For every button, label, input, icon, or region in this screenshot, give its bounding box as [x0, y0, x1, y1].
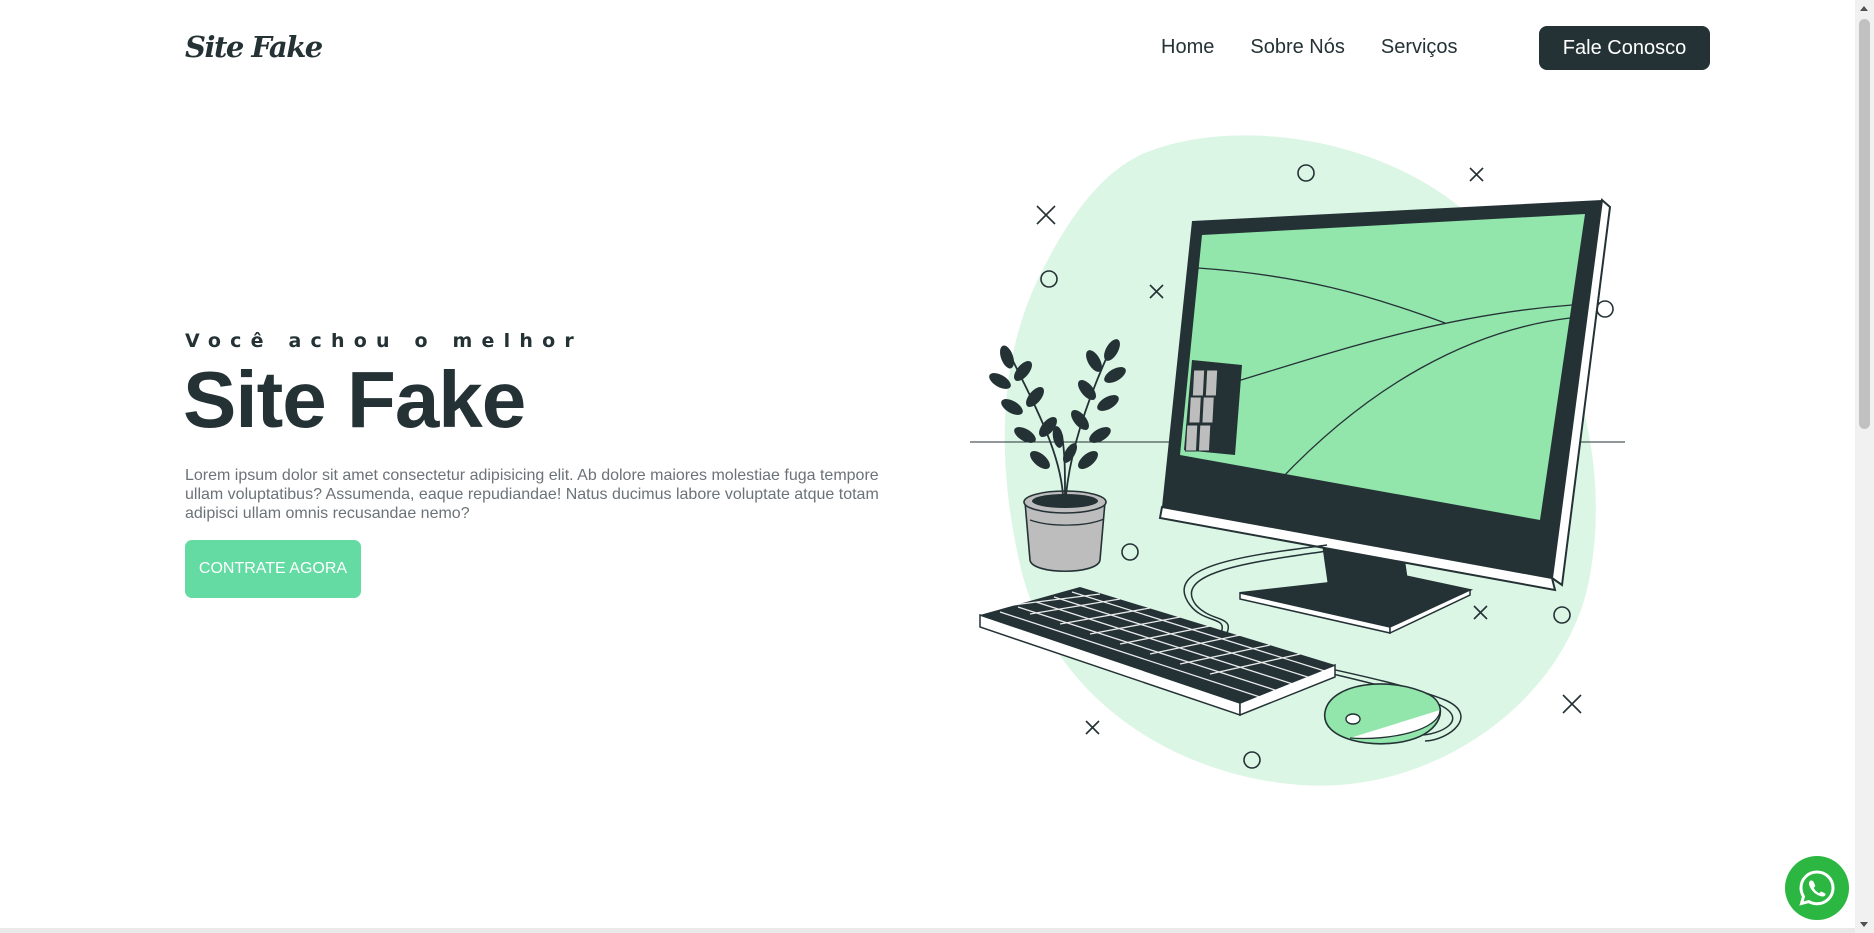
- vertical-scrollbar[interactable]: [1855, 0, 1874, 933]
- nav-home[interactable]: Home: [1161, 36, 1214, 59]
- site-header: Site Fake Home Sobre Nós Serviços Fale C…: [0, 0, 1855, 96]
- hero-eyebrow: Você achou o melhor: [185, 330, 583, 352]
- contact-button[interactable]: Fale Conosco: [1539, 26, 1710, 70]
- hero-title: Site Fake: [183, 355, 526, 444]
- hire-now-button[interactable]: CONTRATE AGORA: [185, 540, 361, 598]
- whatsapp-button[interactable]: [1785, 856, 1849, 920]
- site-logo[interactable]: Site Fake: [185, 30, 323, 64]
- scroll-down-arrow-icon[interactable]: [1860, 922, 1868, 927]
- scroll-up-arrow-icon[interactable]: [1860, 6, 1868, 11]
- hero-description: Lorem ipsum dolor sit amet consectetur a…: [185, 467, 879, 522]
- page-bottom-edge: [0, 928, 1855, 933]
- whatsapp-icon: [1799, 870, 1835, 906]
- nav-sobre-nos[interactable]: Sobre Nós: [1250, 36, 1345, 59]
- nav-servicos[interactable]: Serviços: [1381, 36, 1458, 59]
- main-nav: Home Sobre Nós Serviços: [1161, 36, 1494, 59]
- scroll-thumb[interactable]: [1859, 19, 1870, 429]
- computer-desk-illustration: [965, 135, 1630, 795]
